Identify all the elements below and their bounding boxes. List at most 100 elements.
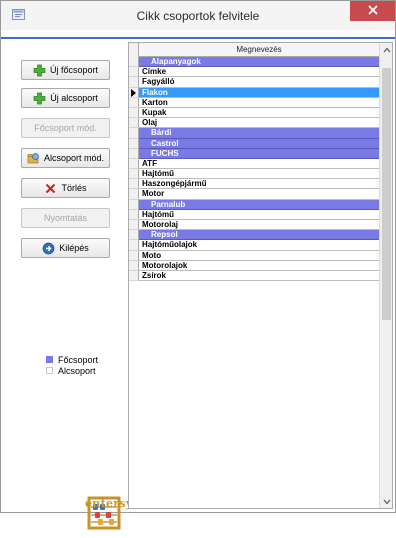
group-name-cell[interactable]: Hajtómű <box>139 210 379 220</box>
group-name-cell[interactable]: Castrol <box>139 138 379 149</box>
sub-group-row[interactable]: Motorolajok <box>129 260 379 271</box>
row-indicator[interactable] <box>129 87 139 98</box>
vertical-scrollbar[interactable] <box>379 43 392 508</box>
sub-group-row[interactable]: Címke <box>129 67 379 78</box>
plus-green-icon <box>33 92 46 105</box>
group-name-cell[interactable]: Zsírok <box>139 271 379 282</box>
row-indicator[interactable] <box>129 158 139 170</box>
group-name-cell[interactable]: Címke <box>139 67 379 78</box>
row-indicator[interactable] <box>129 118 139 129</box>
group-name-cell[interactable]: Hajtóműolajok <box>139 240 379 251</box>
main-group-row[interactable]: FUCHS <box>129 148 379 159</box>
edit-main-group-button[interactable]: Főcsoport mód. <box>21 118 110 138</box>
new-sub-group-button[interactable]: Új alcsoport <box>21 88 110 108</box>
group-name-cell[interactable]: Flakon <box>139 87 379 98</box>
group-name-cell[interactable]: Karton <box>139 98 379 108</box>
sub-group-row[interactable]: Zsírok <box>129 270 379 282</box>
row-indicator[interactable] <box>129 189 139 200</box>
sub-group-row[interactable]: Motorolaj <box>129 220 379 231</box>
grid-rows: Alapanyagok Címke Fagyálló Flakon Karton Kupa… <box>129 57 379 282</box>
scroll-thumb[interactable] <box>382 68 391 320</box>
sub-group-row[interactable]: Flakon <box>129 87 379 98</box>
row-indicator[interactable] <box>129 250 139 261</box>
main-group-row[interactable]: Repsol <box>129 230 379 241</box>
row-indicator[interactable] <box>129 260 139 271</box>
edit-sub-group-label: Alcsoport mód. <box>43 153 105 163</box>
group-name-cell[interactable]: Alapanyagok <box>139 57 379 68</box>
row-indicator[interactable] <box>129 169 139 180</box>
dialog-window: Cikk csoportok felvitele Új főcsoport Új… <box>0 0 396 530</box>
print-button[interactable]: Nyomtatás <box>21 208 110 228</box>
group-grid[interactable]: Megnevezés Alapanyagok Címke Fagyálló Flako… <box>128 42 393 509</box>
group-name-cell[interactable]: FUCHS <box>139 148 379 159</box>
row-indicator[interactable] <box>129 57 139 68</box>
row-indicator[interactable] <box>129 148 139 159</box>
main-group-row[interactable]: Castrol <box>129 138 379 149</box>
main-group-row[interactable]: Parnalub <box>129 199 379 210</box>
row-indicator[interactable] <box>129 240 139 251</box>
delete-button[interactable]: Törlés <box>21 178 110 198</box>
print-label: Nyomtatás <box>43 213 87 223</box>
sub-group-row[interactable]: Moto <box>129 250 379 261</box>
row-indicator[interactable] <box>129 128 139 139</box>
row-indicator[interactable] <box>129 67 139 78</box>
exit-button[interactable]: Kilépés <box>21 238 110 258</box>
row-indicator[interactable] <box>129 107 139 119</box>
group-name-cell[interactable]: Motorolaj <box>139 220 379 231</box>
scroll-up-arrow-icon[interactable] <box>380 43 392 56</box>
sub-group-row[interactable]: Karton <box>129 97 379 108</box>
group-name-cell[interactable]: Bárdi <box>139 128 379 139</box>
blue-arrow-circle-icon <box>42 242 55 255</box>
title-bar[interactable]: Cikk csoportok felvitele <box>1 1 395 30</box>
legend-sub-swatch <box>46 367 53 374</box>
group-name-cell[interactable]: Parnalub <box>139 199 379 210</box>
edit-folder-icon <box>27 152 40 165</box>
close-button[interactable] <box>350 1 395 21</box>
legend-main-label: Főcsoport <box>58 354 99 365</box>
window-title: Cikk csoportok felvitele <box>136 9 260 23</box>
row-indicator[interactable] <box>129 77 139 88</box>
legend-main-swatch <box>46 356 53 363</box>
main-group-row[interactable]: Bárdi <box>129 128 379 139</box>
row-indicator[interactable] <box>129 270 139 282</box>
scroll-down-arrow-icon[interactable] <box>380 495 392 508</box>
group-name-cell[interactable]: Moto <box>139 251 379 261</box>
new-sub-group-label: Új alcsoport <box>50 93 98 103</box>
sub-group-row[interactable]: ATF <box>129 158 379 170</box>
group-name-cell[interactable]: Kupak <box>139 108 379 119</box>
sub-group-row[interactable]: Hajtóműolajok <box>129 240 379 251</box>
group-name-cell[interactable]: Repsol <box>139 230 379 241</box>
sub-group-row[interactable]: Kupak <box>129 107 379 119</box>
color-legend: Főcsoport Alcsoport <box>46 354 98 376</box>
grid-header: Megnevezés <box>129 43 379 57</box>
red-x-icon <box>44 182 57 195</box>
sub-group-row[interactable]: Motor <box>129 189 379 200</box>
group-name-cell[interactable]: Motorolajok <box>139 261 379 271</box>
edit-sub-group-button[interactable]: Alcsoport mód. <box>21 148 110 168</box>
group-name-cell[interactable]: Olaj <box>139 118 379 129</box>
group-name-cell[interactable]: Fagyálló <box>139 77 379 88</box>
sub-group-row[interactable]: Haszongépjármű <box>129 179 379 190</box>
group-name-cell[interactable]: Haszongépjármű <box>139 179 379 190</box>
row-indicator[interactable] <box>129 230 139 241</box>
row-indicator[interactable] <box>129 199 139 210</box>
sub-group-row[interactable]: Hajtómű <box>129 209 379 220</box>
row-indicator[interactable] <box>129 220 139 231</box>
row-indicator[interactable] <box>129 97 139 108</box>
group-name-cell[interactable]: Hajtómű <box>139 169 379 180</box>
legend-sub-group: Alcsoport <box>46 365 98 376</box>
group-name-cell[interactable]: Motor <box>139 189 379 200</box>
exit-label: Kilépés <box>59 243 89 253</box>
group-name-cell[interactable]: ATF <box>139 159 379 170</box>
main-group-row[interactable]: Alapanyagok <box>129 57 379 68</box>
row-indicator[interactable] <box>129 138 139 149</box>
new-main-group-button[interactable]: Új főcsoport <box>21 60 110 80</box>
row-indicator[interactable] <box>129 209 139 220</box>
sub-group-row[interactable]: Olaj <box>129 118 379 129</box>
sub-group-row[interactable]: Fagyálló <box>129 77 379 88</box>
current-row-pointer-icon <box>131 88 136 97</box>
row-indicator[interactable] <box>129 179 139 190</box>
column-header-name[interactable]: Megnevezés <box>139 43 379 56</box>
sub-group-row[interactable]: Hajtómű <box>129 169 379 180</box>
plus-green-icon <box>33 64 46 77</box>
